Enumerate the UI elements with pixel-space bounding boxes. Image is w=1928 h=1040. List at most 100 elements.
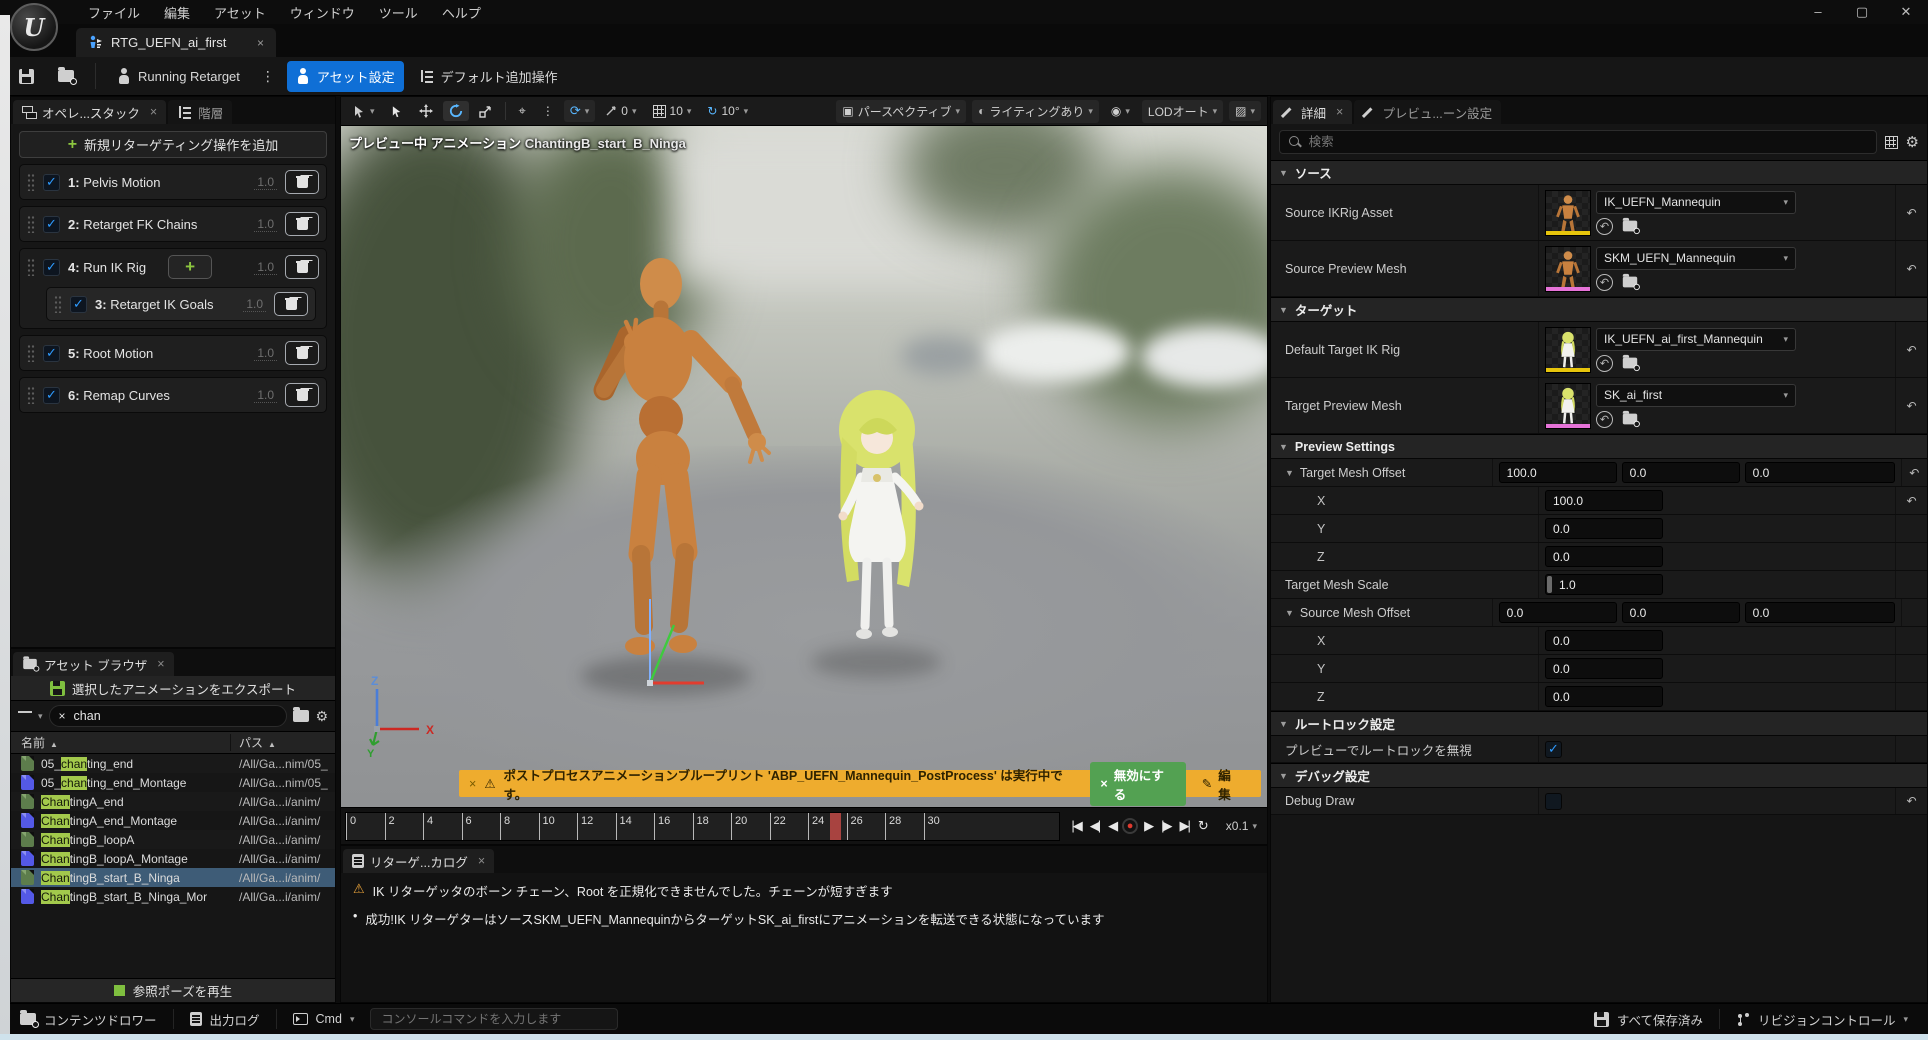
timeline-playhead[interactable] — [830, 813, 841, 840]
perspective-button[interactable]: ▣パースペクティブ▾ — [836, 100, 966, 123]
section-debug[interactable]: ▼デバッグ設定 — [1271, 763, 1927, 788]
op-checkbox[interactable]: ✓ — [43, 174, 60, 191]
default-ops-button[interactable]: デフォルト追加操作 — [410, 61, 567, 92]
reset-to-default-button[interactable]: ↶ — [1895, 185, 1927, 240]
tab-close-icon[interactable]: × — [157, 657, 164, 671]
save-button[interactable] — [10, 63, 43, 90]
disable-postprocess-button[interactable]: ×無効にする — [1090, 762, 1185, 806]
tab-close-icon[interactable]: × — [478, 854, 485, 868]
target-ikrig-combobox[interactable]: IK_UEFN_ai_first_Mannequin▾ — [1596, 328, 1796, 351]
dismiss-warning-icon[interactable]: × — [469, 777, 476, 791]
source-offset-y-field[interactable]: 0.0 — [1622, 602, 1740, 623]
rotation-angle-snap-button[interactable]: ↻10°▾ — [701, 101, 754, 121]
source-offset-z-field[interactable]: 0.0 — [1745, 602, 1895, 623]
drag-handle-icon[interactable] — [27, 344, 35, 362]
x-field[interactable]: 100.0 — [1545, 490, 1663, 511]
target-mesh-thumbnail[interactable] — [1545, 383, 1591, 429]
use-selected-icon[interactable]: ↶ — [1596, 218, 1613, 235]
reset-to-default-button[interactable]: ↶ — [1895, 322, 1927, 377]
z-field[interactable]: 0.0 — [1545, 546, 1663, 567]
menu-tools[interactable]: ツール — [367, 0, 430, 25]
output-log-button[interactable]: 出力ログ — [178, 1005, 272, 1034]
tab-rtg-uefn-ai-first[interactable]: RTG_UEFN_ai_first × — [76, 28, 276, 57]
y-field[interactable]: 0.0 — [1545, 658, 1663, 679]
op-weight[interactable]: 1.0 — [254, 260, 277, 275]
menu-help[interactable]: ヘルプ — [430, 0, 493, 25]
reset-to-default-button[interactable]: ↶ — [1895, 241, 1927, 296]
asset-row[interactable]: 05_chanting_end/All/Ga...nim/05_ — [11, 754, 335, 773]
delete-op-button[interactable] — [285, 170, 319, 194]
source-ikrig-combobox[interactable]: IK_UEFN_Mannequin▾ — [1596, 191, 1796, 214]
menu-edit[interactable]: 編集 — [152, 0, 202, 25]
record-button[interactable]: ● — [1122, 818, 1138, 834]
viewport-options-button[interactable]: ▾ — [347, 102, 381, 121]
menu-window[interactable]: ウィンドウ — [278, 0, 367, 25]
menu-asset[interactable]: アセット — [202, 0, 278, 25]
target-offset-x-field[interactable]: 100.0 — [1499, 462, 1617, 483]
tab-close-icon[interactable]: × — [150, 105, 157, 119]
delete-op-button[interactable] — [285, 255, 319, 279]
use-selected-icon[interactable]: ↶ — [1596, 274, 1613, 291]
browse-asset-button[interactable] — [49, 64, 83, 88]
browse-to-asset-icon[interactable] — [1623, 414, 1637, 425]
target-mesh-combobox[interactable]: SK_ai_first▾ — [1596, 384, 1796, 407]
maximize-icon[interactable]: ▢ — [1840, 1, 1884, 23]
browse-to-asset-icon[interactable] — [1623, 221, 1637, 232]
op-checkbox[interactable]: ✓ — [43, 387, 60, 404]
op-weight[interactable]: 1.0 — [254, 175, 277, 190]
add-child-op-button[interactable]: + — [168, 255, 212, 279]
minimize-icon[interactable]: – — [1796, 1, 1840, 23]
toolbar-options-icon[interactable]: ⋮ — [536, 101, 560, 121]
add-retarget-op-button[interactable]: + 新規リターゲティング操作を追加 — [19, 131, 327, 158]
asset-row[interactable]: ChantingB_loopA_Montage/All/Ga...i/anim/ — [11, 849, 335, 868]
reset-to-default-button[interactable]: ↶ — [1901, 459, 1927, 486]
reset-to-default-button[interactable]: ↶ — [1895, 487, 1927, 514]
tab-details[interactable]: 詳細 × — [1273, 100, 1352, 124]
drag-handle-icon[interactable] — [27, 215, 35, 233]
asset-settings-button[interactable]: アセット設定 — [287, 61, 404, 92]
retarget-options-icon[interactable]: ⋮ — [255, 64, 281, 89]
y-field[interactable]: 0.0 — [1545, 518, 1663, 539]
chevron-down-icon[interactable]: ▾ — [38, 711, 43, 722]
playback-speed-button[interactable]: x0.1▾ — [1220, 819, 1263, 833]
drag-handle-icon[interactable] — [27, 258, 35, 276]
details-search-input[interactable] — [1279, 130, 1877, 154]
use-selected-icon[interactable]: ↶ — [1596, 355, 1613, 372]
source-offset-x-field[interactable]: 0.0 — [1499, 602, 1617, 623]
lighting-mode-button[interactable]: ◐ライティングあり▾ — [972, 100, 1099, 123]
gear-icon[interactable]: ⚙ — [1906, 133, 1919, 151]
gear-icon[interactable]: ⚙ — [315, 708, 328, 725]
play-button[interactable]: ▶ — [1141, 816, 1155, 836]
delete-op-button[interactable] — [285, 383, 319, 407]
op-row-remap-curves[interactable]: ✓ 6: Remap Curves 1.0 — [19, 377, 327, 413]
display-options-icon[interactable] — [1885, 136, 1898, 149]
source-ikrig-thumbnail[interactable] — [1545, 190, 1591, 236]
source-mesh-thumbnail[interactable] — [1545, 246, 1591, 292]
target-ikrig-thumbnail[interactable] — [1545, 327, 1591, 373]
delete-op-button[interactable] — [285, 341, 319, 365]
op-row-retarget-ik-goals[interactable]: ✓ 3: Retarget IK Goals 1.0 — [46, 287, 316, 321]
drag-handle[interactable] — [1547, 576, 1552, 593]
target-girl-character[interactable] — [809, 382, 949, 682]
move-tool-button[interactable] — [413, 101, 439, 121]
reset-to-default-button[interactable]: ↶ — [1895, 378, 1927, 433]
op-weight[interactable]: 1.0 — [254, 388, 277, 403]
go-to-start-button[interactable]: |◀ — [1068, 816, 1083, 836]
tab-close-icon[interactable]: × — [257, 36, 264, 50]
op-checkbox[interactable]: ✓ — [43, 345, 60, 362]
scale-tool-button[interactable] — [473, 102, 498, 121]
step-back-button[interactable]: ◀| — [1087, 816, 1102, 836]
unreal-logo[interactable]: U — [10, 3, 58, 51]
asset-row[interactable]: ChantingB_loopA/All/Ga...i/anim/ — [11, 830, 335, 849]
rotation-snap-toggle[interactable]: ⟳▾ — [564, 100, 595, 122]
grid-snap-button[interactable]: 10▾ — [647, 101, 698, 121]
go-to-end-button[interactable]: ▶| — [1177, 816, 1192, 836]
section-preview-settings[interactable]: ▼Preview Settings — [1271, 434, 1927, 459]
tab-hierarchy[interactable]: 階層 — [168, 100, 232, 124]
clear-search-icon[interactable]: × — [59, 709, 66, 723]
op-weight[interactable]: 1.0 — [254, 346, 277, 361]
delete-op-button[interactable] — [274, 292, 308, 316]
menu-file[interactable]: ファイル — [76, 0, 152, 25]
asset-row[interactable]: ChantingA_end_Montage/All/Ga...i/anim/ — [11, 811, 335, 830]
asset-search-input[interactable]: × — [49, 705, 288, 727]
